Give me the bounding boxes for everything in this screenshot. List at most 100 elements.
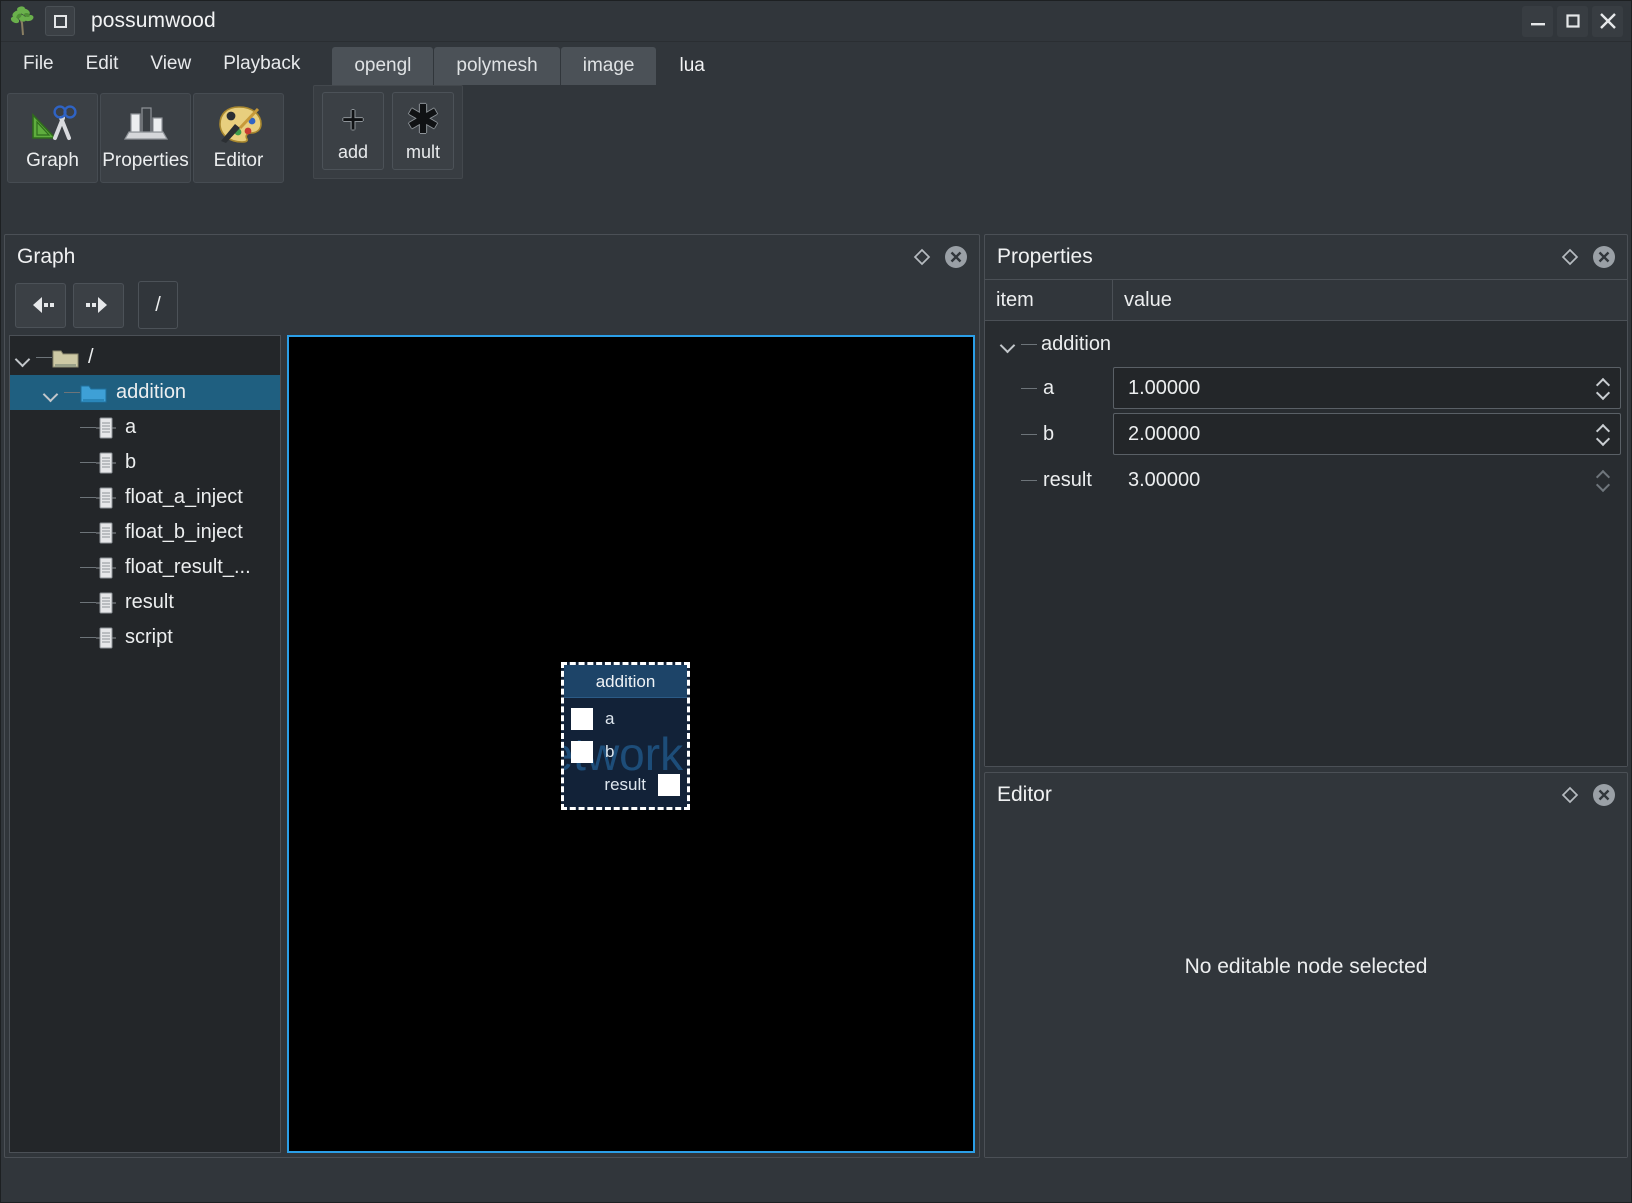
window-controls bbox=[1522, 5, 1631, 37]
graph-canvas[interactable]: addition network a b bbox=[287, 335, 975, 1153]
tree-item-float-b-inject[interactable]: float_b_inject bbox=[10, 515, 280, 550]
graph-close-icon[interactable] bbox=[939, 240, 973, 274]
port-label: a bbox=[605, 709, 615, 728]
graph-dock-titlebar: Graph bbox=[5, 235, 979, 279]
node-chip-icon bbox=[96, 485, 116, 511]
tree-line bbox=[80, 532, 96, 533]
a-spinbox-arrows[interactable] bbox=[1592, 371, 1614, 405]
tree-line bbox=[64, 392, 80, 393]
window-title: possumwood bbox=[91, 9, 216, 32]
tab-image[interactable]: image bbox=[560, 47, 657, 85]
properties-float-icon[interactable] bbox=[1553, 240, 1587, 274]
properties-row-label-wrap: b bbox=[985, 423, 1113, 446]
port-square-icon[interactable] bbox=[571, 708, 593, 730]
close-button[interactable] bbox=[1592, 5, 1623, 37]
tree-item-label: float_b_inject bbox=[125, 521, 243, 543]
menu-view[interactable]: View bbox=[134, 42, 207, 85]
maximize-button[interactable] bbox=[1557, 5, 1588, 37]
chevron-down-icon[interactable] bbox=[1596, 436, 1610, 443]
chevron-down-icon[interactable] bbox=[1596, 390, 1610, 397]
properties-panel-button[interactable]: Properties bbox=[100, 93, 191, 183]
node-chip-icon bbox=[96, 450, 116, 476]
menu-playback[interactable]: Playback bbox=[207, 42, 316, 85]
chevron-down-icon[interactable] bbox=[38, 375, 64, 410]
tree-line bbox=[36, 357, 52, 358]
add-node-button[interactable]: + add bbox=[322, 92, 384, 170]
editor-empty-message: No editable node selected bbox=[985, 817, 1627, 1157]
properties-table-header: item value bbox=[985, 279, 1627, 321]
editor-palette-icon bbox=[215, 102, 263, 144]
a-spinbox[interactable]: 1.00000 bbox=[1113, 367, 1621, 409]
tree-line bbox=[1021, 479, 1037, 481]
tree-line bbox=[80, 462, 96, 463]
graph-node-addition[interactable]: addition network a b bbox=[561, 662, 690, 810]
tree-item-float-result[interactable]: float_result_... bbox=[10, 550, 280, 585]
menu-edit[interactable]: Edit bbox=[70, 42, 135, 85]
tree-item-b[interactable]: b bbox=[10, 445, 280, 480]
editor-panel-button[interactable]: Editor bbox=[193, 93, 284, 183]
b-value[interactable]: 2.00000 bbox=[1128, 423, 1592, 446]
properties-dock-titlebar: Properties bbox=[985, 235, 1627, 279]
tree-line bbox=[80, 602, 96, 603]
tree-item-addition[interactable]: addition bbox=[10, 375, 280, 410]
port-square-icon[interactable] bbox=[571, 741, 593, 763]
editor-float-icon[interactable] bbox=[1553, 778, 1587, 812]
add-node-label: add bbox=[337, 141, 369, 162]
tree-item-float-a-inject[interactable]: float_a_inject bbox=[10, 480, 280, 515]
graph-path-button[interactable]: / bbox=[138, 281, 178, 329]
graph-node-input-a[interactable]: a bbox=[571, 707, 614, 731]
editor-dock: Editor No editable node selected bbox=[984, 772, 1628, 1158]
properties-row-name: b bbox=[1043, 422, 1055, 445]
a-value[interactable]: 1.00000 bbox=[1128, 377, 1592, 400]
node-chip-icon bbox=[96, 555, 116, 581]
tab-polymesh[interactable]: polymesh bbox=[434, 47, 560, 85]
tree-item-root[interactable]: / bbox=[10, 340, 280, 375]
graph-dock: Graph / / addition a b float_a_inject fl… bbox=[4, 234, 980, 1158]
column-header-value[interactable]: value bbox=[1113, 280, 1627, 320]
properties-close-icon[interactable] bbox=[1587, 240, 1621, 274]
properties-icon bbox=[122, 102, 170, 144]
right-column: Properties item value addition a 1.00000… bbox=[984, 234, 1628, 1158]
properties-dock-title: Properties bbox=[997, 245, 1093, 268]
node-chip-icon bbox=[96, 590, 116, 616]
tree-item-label: script bbox=[125, 626, 173, 648]
graph-icon bbox=[29, 102, 77, 144]
minimize-button[interactable] bbox=[1522, 5, 1553, 37]
tree-item-label: float_a_inject bbox=[125, 486, 243, 508]
tree-item-label: float_result_... bbox=[125, 556, 251, 578]
properties-row-name: a bbox=[1043, 376, 1055, 399]
b-spinbox-arrows[interactable] bbox=[1592, 417, 1614, 451]
properties-row-value-wrap: 3.00000 bbox=[1113, 459, 1627, 501]
nav-forward-button[interactable] bbox=[73, 282, 124, 328]
graph-tree[interactable]: / addition a b float_a_inject float_b_in… bbox=[9, 335, 281, 1153]
editor-close-icon[interactable] bbox=[1587, 778, 1621, 812]
tab-opengl[interactable]: opengl bbox=[332, 47, 434, 85]
graph-float-icon[interactable] bbox=[905, 240, 939, 274]
port-square-icon[interactable] bbox=[658, 774, 680, 796]
chevron-down-icon[interactable] bbox=[10, 340, 36, 375]
nav-back-button[interactable] bbox=[15, 282, 66, 328]
graph-node-input-b[interactable]: b bbox=[571, 740, 614, 764]
chevron-down-icon[interactable] bbox=[995, 327, 1021, 362]
editor-panel-label: Editor bbox=[213, 150, 264, 171]
graph-panel-label: Graph bbox=[26, 150, 79, 171]
tree-item-a[interactable]: a bbox=[10, 410, 280, 445]
mult-node-button[interactable]: ✱ mult bbox=[392, 92, 454, 170]
menu-file[interactable]: File bbox=[7, 42, 70, 85]
result-spinbox: 3.00000 bbox=[1113, 459, 1621, 501]
window-square-icon[interactable] bbox=[45, 6, 75, 36]
tree-item-result[interactable]: result bbox=[10, 585, 280, 620]
mult-node-label: mult bbox=[405, 141, 440, 162]
graph-panel-button[interactable]: Graph bbox=[7, 93, 98, 183]
tab-lua[interactable]: lua bbox=[657, 47, 727, 85]
asterisk-icon: ✱ bbox=[406, 97, 440, 142]
tree-item-script[interactable]: script bbox=[10, 620, 280, 655]
tree-item-label: b bbox=[125, 451, 137, 473]
b-spinbox[interactable]: 2.00000 bbox=[1113, 413, 1621, 455]
column-header-item[interactable]: item bbox=[985, 280, 1113, 320]
tree-item-label: result bbox=[125, 591, 174, 613]
graph-node-output-result[interactable]: result bbox=[604, 773, 680, 797]
editor-dock-titlebar: Editor bbox=[985, 773, 1627, 817]
result-spinbox-arrows bbox=[1592, 463, 1614, 497]
properties-group-addition[interactable]: addition bbox=[985, 323, 1627, 365]
